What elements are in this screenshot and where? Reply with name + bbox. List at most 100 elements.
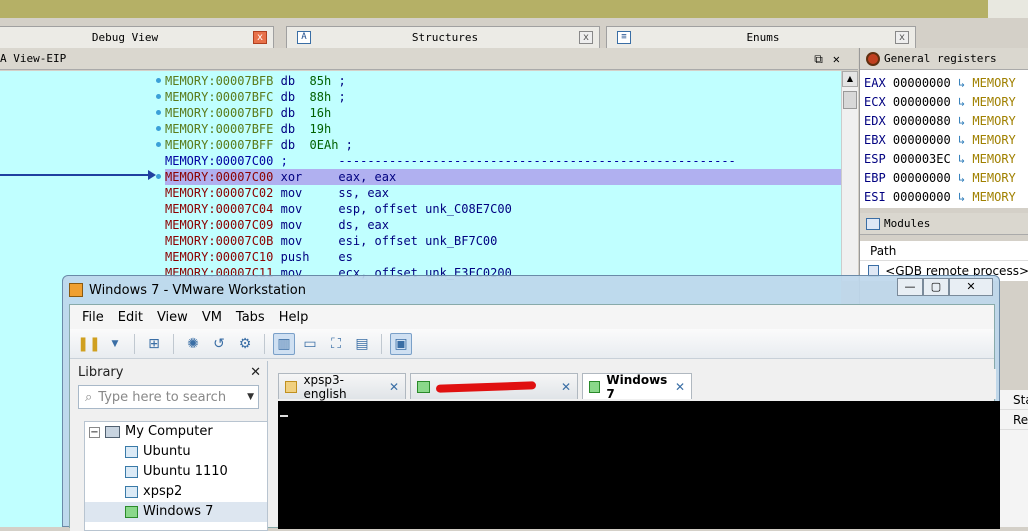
library-header: Library ✕ bbox=[70, 361, 267, 385]
jump-arrow-icon[interactable]: ↳ bbox=[958, 76, 965, 90]
status-peek: Sta Rea bbox=[999, 390, 1028, 527]
register-value[interactable]: 00000080 bbox=[893, 114, 951, 128]
code-line[interactable]: MEMORY:00007C09 mov ds, eax bbox=[165, 217, 841, 233]
register-value[interactable]: 00000000 bbox=[893, 95, 951, 109]
jump-arrow-icon[interactable]: ↳ bbox=[958, 133, 965, 147]
menu-item-tabs[interactable]: Tabs bbox=[236, 310, 265, 325]
close-icon[interactable]: ✕ bbox=[389, 380, 399, 394]
chevron-down-icon[interactable]: ▼ bbox=[104, 333, 126, 355]
network-icon[interactable]: ⊞ bbox=[143, 333, 165, 355]
code-line[interactable]: MEMORY:00007C04 mov esp, offset unk_C08E… bbox=[165, 201, 841, 217]
library-search-input[interactable]: ⌕ Type here to search ▼ bbox=[78, 385, 259, 409]
tree-item[interactable]: − My Computer bbox=[85, 422, 267, 442]
code-line[interactable]: MEMORY:00007C00 ; ----------------------… bbox=[165, 153, 841, 169]
jump-arrow-icon[interactable]: ↳ bbox=[958, 95, 965, 109]
restore-icon[interactable]: ⧉ bbox=[814, 52, 833, 66]
menu-item-file[interactable]: File bbox=[82, 310, 104, 325]
close-icon[interactable]: ✕ bbox=[675, 380, 685, 394]
show-library-icon[interactable]: ▥ bbox=[273, 332, 295, 355]
code-mnemonic: db bbox=[280, 90, 296, 104]
power-icon[interactable]: ❚❚ bbox=[77, 333, 100, 355]
tree-item[interactable]: Windows 7 bbox=[85, 502, 267, 522]
breakpoint-dot[interactable] bbox=[156, 110, 161, 115]
fullscreen-icon[interactable]: ⛶ bbox=[325, 333, 347, 355]
tab-label: Windows 7 bbox=[606, 372, 668, 401]
register-row[interactable]: EDX 00000080 ↳ MEMORY bbox=[860, 112, 1028, 131]
register-row[interactable]: ESP 000003EC ↳ MEMORY bbox=[860, 150, 1028, 169]
code-line[interactable]: MEMORY:00007BFE db 19h bbox=[165, 121, 841, 137]
register-value[interactable]: 000003EC bbox=[893, 152, 951, 166]
close-icon[interactable]: ✕ bbox=[561, 380, 571, 394]
register-row[interactable]: ECX 00000000 ↳ MEMORY bbox=[860, 93, 1028, 112]
scroll-up-icon[interactable]: ▲ bbox=[842, 71, 858, 87]
code-address: MEMORY:00007BFC bbox=[165, 90, 274, 104]
tab-xpsp3-english[interactable]: xpsp3-english ✕ bbox=[278, 373, 406, 401]
snapshot-manager-icon[interactable]: ⚙ bbox=[234, 333, 256, 355]
code-line[interactable]: MEMORY:00007C10 push es bbox=[165, 249, 841, 265]
snapshot-icon[interactable]: ✺ bbox=[182, 333, 204, 355]
code-address: MEMORY:00007BFD bbox=[165, 106, 274, 120]
ida-view-header: A View-EIP ⧉✕ bbox=[0, 48, 858, 70]
code-operand: ss, eax bbox=[338, 186, 389, 200]
menu-item-edit[interactable]: Edit bbox=[118, 310, 143, 325]
breakpoint-dot[interactable] bbox=[156, 174, 161, 179]
tab-windows-7[interactable]: Windows 7 ✕ bbox=[582, 372, 692, 401]
tab-structures[interactable]: A Structures x bbox=[286, 26, 600, 48]
code-line[interactable]: MEMORY:00007C00 xor eax, eax bbox=[165, 169, 841, 185]
modules-path-column[interactable]: Path bbox=[860, 241, 1028, 261]
menu-item-view[interactable]: View bbox=[157, 310, 188, 325]
console-view-icon[interactable]: ▣ bbox=[390, 332, 412, 355]
breakpoint-dot[interactable] bbox=[156, 126, 161, 131]
maximize-icon[interactable]: ▢ bbox=[923, 278, 949, 296]
close-icon[interactable]: x bbox=[895, 31, 909, 44]
code-line[interactable]: MEMORY:00007BFF db 0EAh ; bbox=[165, 137, 841, 153]
register-row[interactable]: EAX 00000000 ↳ MEMORY bbox=[860, 74, 1028, 93]
tree-item[interactable]: xpsp2 bbox=[85, 482, 267, 502]
code-line[interactable]: MEMORY:00007C02 mov ss, eax bbox=[165, 185, 841, 201]
jump-arrow-icon[interactable]: ↳ bbox=[958, 152, 965, 166]
menu-item-vm[interactable]: VM bbox=[202, 310, 222, 325]
breakpoint-dot[interactable] bbox=[156, 142, 161, 147]
close-icon[interactable]: ✕ bbox=[949, 278, 993, 296]
tab-enums[interactable]: ≡ Enums x bbox=[606, 26, 916, 48]
register-row[interactable]: EBP 00000000 ↳ MEMORY bbox=[860, 169, 1028, 188]
register-row[interactable]: ESI 00000000 ↳ MEMORY bbox=[860, 188, 1028, 207]
register-value[interactable]: 00000000 bbox=[893, 171, 951, 185]
register-value[interactable]: 00000000 bbox=[893, 76, 951, 90]
divider bbox=[173, 333, 174, 354]
tree-item[interactable]: Ubuntu bbox=[85, 442, 267, 462]
vm-console-screen[interactable] bbox=[278, 401, 1000, 529]
code-line[interactable]: MEMORY:00007BFD db 16h bbox=[165, 105, 841, 121]
tree-item-label: xpsp2 bbox=[143, 484, 183, 499]
jump-arrow-icon[interactable]: ↳ bbox=[958, 171, 965, 185]
unity-icon[interactable]: ▤ bbox=[351, 333, 373, 355]
scroll-thumb[interactable] bbox=[843, 91, 857, 109]
close-icon[interactable]: ✕ bbox=[250, 361, 261, 385]
close-icon[interactable]: x bbox=[579, 31, 593, 44]
register-row[interactable]: EBX 00000000 ↳ MEMORY bbox=[860, 131, 1028, 150]
register-value[interactable]: 00000000 bbox=[893, 133, 951, 147]
code-line[interactable]: MEMORY:00007C0B mov esi, offset unk_BF7C… bbox=[165, 233, 841, 249]
register-value[interactable]: 00000000 bbox=[893, 190, 951, 204]
collapse-icon[interactable]: − bbox=[89, 426, 100, 438]
jump-arrow-icon[interactable]: ↳ bbox=[958, 190, 965, 204]
disassembly-scrollbar[interactable]: ▲ bbox=[841, 71, 858, 281]
code-line[interactable]: MEMORY:00007BFB db 85h ; bbox=[165, 73, 841, 89]
tab-debug-view[interactable]: Debug View x bbox=[0, 26, 274, 48]
thumbnail-bar-icon[interactable]: ▭ bbox=[299, 333, 321, 355]
code-line[interactable]: MEMORY:00007BFC db 88h ; bbox=[165, 89, 841, 105]
vmware-window[interactable]: Windows 7 - VMware Workstation — ▢ ✕ Fil… bbox=[62, 275, 1000, 531]
code-address: MEMORY:00007C09 bbox=[165, 218, 274, 232]
breakpoint-dot[interactable] bbox=[156, 94, 161, 99]
revert-snapshot-icon[interactable]: ↺ bbox=[208, 333, 230, 355]
jump-arrow-icon[interactable]: ↳ bbox=[958, 114, 965, 128]
minimize-icon[interactable]: — bbox=[897, 278, 923, 296]
close-icon[interactable]: ✕ bbox=[833, 52, 850, 66]
vmware-title-bar[interactable]: Windows 7 - VMware Workstation — ▢ ✕ bbox=[63, 276, 999, 304]
tree-item[interactable]: Ubuntu 1110 bbox=[85, 462, 267, 482]
close-icon[interactable]: x bbox=[253, 31, 267, 44]
menu-item-help[interactable]: Help bbox=[279, 310, 309, 325]
tab-xp[interactable]: ✕ bbox=[410, 373, 578, 399]
breakpoint-dot[interactable] bbox=[156, 78, 161, 83]
chevron-down-icon[interactable]: ▼ bbox=[247, 392, 254, 402]
